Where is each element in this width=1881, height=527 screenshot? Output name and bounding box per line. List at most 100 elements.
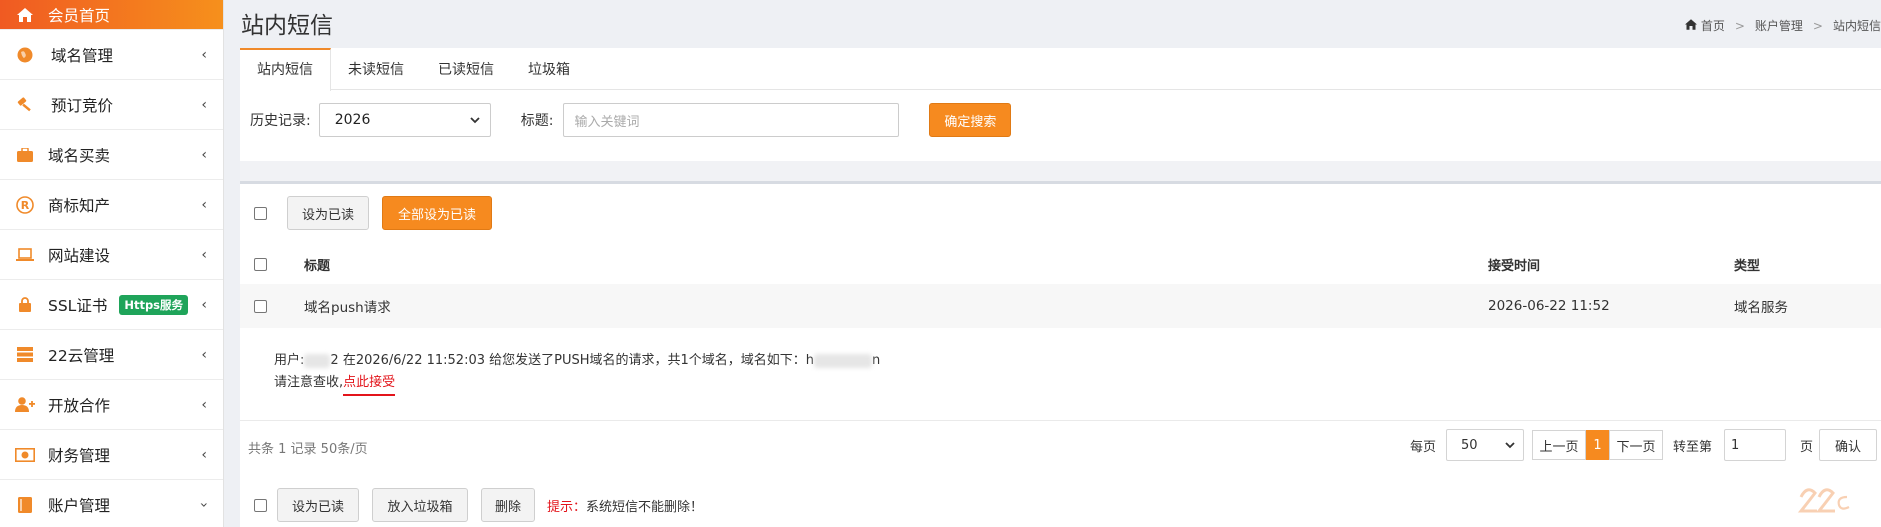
message-user-suffix: 2 [330, 353, 339, 368]
title-search-input[interactable]: 输入关键词 [563, 103, 900, 137]
chevron-left-icon: ‹ [201, 46, 207, 63]
user-plus-icon [14, 394, 36, 416]
tip-label: 提示： [547, 499, 587, 515]
masked-username [304, 353, 331, 368]
chevron-left-icon: ‹ [201, 446, 207, 463]
per-page-value: 50 [1460, 437, 1478, 453]
row-time: 2026-06-22 11:52 [1488, 298, 1610, 314]
current-page-button[interactable]: 1 [1585, 430, 1609, 460]
per-page-select[interactable]: 50 [1445, 429, 1524, 461]
move-to-trash-button[interactable]: 放入垃圾箱 [372, 488, 468, 522]
chevron-left-icon: ‹ [201, 246, 207, 263]
sidebar-item-label: 财务管理 [48, 446, 111, 465]
record-summary: 共条 1 记录 50条/页 [248, 442, 368, 457]
chevron-left-icon: ‹ [201, 96, 207, 113]
history-label: 历史记录: [250, 113, 311, 129]
table-header: 标题 接受时间 类型 [240, 244, 1881, 284]
home-icon [1684, 18, 1697, 33]
mark-read-button[interactable]: 设为已读 [287, 196, 369, 230]
sidebar-item-reserve-bid[interactable]: 预订竞价 ‹ [0, 80, 223, 130]
per-page-label: 每页 [1409, 439, 1436, 455]
sidebar-item-22cloud[interactable]: 22云管理 ‹ [0, 330, 223, 380]
next-page-button[interactable]: 下一页 [1608, 430, 1663, 460]
sidebar-item-label: 账户管理 [48, 496, 111, 515]
book-icon [14, 494, 36, 516]
sidebar-item-label: 域名买卖 [48, 146, 111, 165]
accept-push-link[interactable]: 点此接受 [343, 375, 396, 396]
history-select[interactable]: 2026 [318, 103, 491, 137]
briefcase-icon [14, 144, 36, 166]
history-select-value: 2026 [334, 112, 371, 128]
list-toolbar: 设为已读 全部设为已读 [240, 196, 1881, 230]
sidebar-item-member-home[interactable]: 会员首页 [0, 0, 223, 30]
chevron-left-icon: ‹ [201, 196, 207, 213]
sidebar-item-label: 预订竞价 [51, 96, 114, 115]
sidebar-item-website[interactable]: 网站建设 ‹ [0, 230, 223, 280]
prev-page-button[interactable]: 上一页 [1531, 430, 1586, 460]
tab-trash[interactable]: 垃圾箱 [511, 48, 587, 90]
goto-confirm-button[interactable]: 确认 [1819, 429, 1877, 461]
search-button[interactable]: 确定搜索 [929, 103, 1012, 137]
column-type: 类型 [1734, 258, 1761, 274]
title-label: 标题: [520, 113, 554, 129]
chevron-down-icon: ‹ [196, 501, 213, 508]
chevron-down-icon [470, 112, 480, 128]
row-title[interactable]: 域名push请求 [304, 296, 391, 316]
sidebar-item-trademark[interactable]: R 商标知产 ‹ [0, 180, 223, 230]
select-all-checkbox[interactable] [254, 206, 267, 220]
money-icon [14, 444, 36, 466]
home-icon [14, 4, 36, 26]
message-text: 在2026/6/22 11:52:03 给您发送了PUSH域名的请求，共1个域名… [342, 353, 806, 368]
page-title: 站内短信 [241, 13, 333, 39]
tab-unread[interactable]: 未读短信 [331, 48, 421, 90]
filter-row: 历史记录: 2026 标题: 输入关键词 确定搜索 [250, 103, 1012, 137]
sidebar-item-finance[interactable]: 财务管理 ‹ [0, 430, 223, 480]
chevron-down-icon [1505, 441, 1515, 448]
tab-read[interactable]: 已读短信 [421, 48, 511, 90]
sidebar-item-account[interactable]: 账户管理 ‹ [0, 480, 223, 527]
message-domain-suffix: n [872, 353, 881, 368]
masked-domain [814, 353, 873, 368]
server-icon [14, 344, 36, 366]
svg-text:R: R [21, 199, 30, 212]
message-user-prefix: 用户: [274, 353, 305, 368]
sidebar-item-label: 网站建设 [48, 246, 111, 265]
sidebar-item-ssl[interactable]: SSL证书 Https服务 ‹ [0, 280, 223, 330]
tab-inbox[interactable]: 站内短信 [240, 48, 331, 91]
sidebar-item-label: SSL证书 [48, 296, 108, 315]
mark-all-read-button[interactable]: 全部设为已读 [382, 196, 492, 230]
logo-watermark-icon [1797, 488, 1850, 513]
chevron-left-icon: ‹ [201, 146, 207, 163]
pagination: 每页 50 上一页 1 下一页 转至第 1 页 确认 [1410, 429, 1881, 461]
sidebar-item-label: 开放合作 [48, 396, 111, 415]
breadcrumb-account[interactable]: 账户管理 [1755, 17, 1803, 34]
sidebar-item-label: 商标知产 [48, 196, 111, 215]
sidebar-item-label: 会员首页 [48, 6, 111, 25]
sidebar-item-cooperation[interactable]: 开放合作 ‹ [0, 380, 223, 430]
message-body: 用户: 2 在2026/6/22 11:52:03 给您发送了PUSH域名的请求，… [274, 350, 881, 396]
delete-button[interactable]: 删除 [481, 488, 535, 522]
divider [240, 420, 1881, 421]
bottom-actions: 设为已读 放入垃圾箱 删除 提示： 系统短信不能删除！ [240, 488, 1881, 522]
goto-page-input[interactable]: 1 [1723, 429, 1786, 461]
sidebar-item-label: 22云管理 [48, 346, 115, 365]
breadcrumb: 首页 > 账户管理 > 站内短信 [1684, 17, 1881, 34]
bottom-select-checkbox[interactable] [254, 498, 267, 512]
header-checkbox[interactable] [254, 257, 267, 271]
row-checkbox[interactable] [254, 299, 267, 313]
breadcrumb-home[interactable]: 首页 [1701, 17, 1725, 34]
column-received-time: 接受时间 [1488, 258, 1541, 274]
goto-label: 转至第 [1672, 439, 1712, 455]
table-row[interactable]: 域名push请求 2026-06-22 11:52 域名服务 [240, 284, 1881, 328]
chevron-left-icon: ‹ [201, 346, 207, 363]
message-notice: 请注意查收, [274, 375, 344, 390]
sidebar-item-domain-trade[interactable]: 域名买卖 ‹ [0, 130, 223, 180]
registered-icon: R [14, 194, 36, 216]
https-badge: Https服务 [119, 294, 189, 315]
message-list-panel: 设为已读 全部设为已读 标题 接受时间 类型 域名push请求 2026-06-… [240, 181, 1881, 527]
tip-text: 系统短信不能删除！ [586, 499, 704, 515]
bottom-mark-read-button[interactable]: 设为已读 [277, 488, 359, 522]
globe-icon [14, 44, 36, 66]
sidebar-item-domain-management[interactable]: 域名管理 ‹ [0, 30, 223, 80]
chevron-left-icon: ‹ [201, 396, 207, 413]
